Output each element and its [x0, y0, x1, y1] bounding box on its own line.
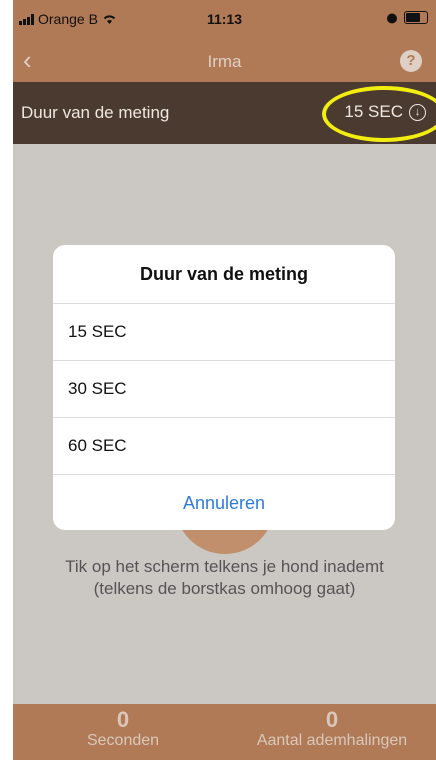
phone-screen: Orange B 11:13 ‹ Irma ? Duur van de meti… — [13, 0, 436, 760]
alarm-icon — [387, 13, 397, 23]
instructions: Tik op het scherm telkens je hond inadem… — [13, 556, 436, 600]
instructions-line-1: Tik op het scherm telkens je hond inadem… — [65, 557, 384, 576]
help-icon[interactable]: ? — [400, 50, 422, 72]
breaths-value: 0 — [325, 707, 339, 732]
seconds-stat: 0 Seconden — [73, 708, 173, 750]
option-15-sec[interactable]: 15 SEC — [53, 304, 395, 361]
breaths-stat: 0 Aantal ademhalingen — [232, 708, 432, 750]
duration-label: Duur van de meting — [21, 103, 170, 122]
nav-bar: ‹ Irma ? — [13, 40, 436, 82]
dialog-title: Duur van de meting — [53, 245, 395, 304]
option-30-sec[interactable]: 30 SEC — [53, 361, 395, 418]
nav-title: Irma — [207, 52, 242, 71]
instructions-line-2: (telkens de borstkas omhoog gaat) — [93, 579, 356, 598]
cancel-button[interactable]: Annuleren — [53, 475, 395, 530]
duration-dialog: Duur van de meting 15 SEC 30 SEC 60 SEC … — [53, 245, 395, 530]
option-60-sec[interactable]: 60 SEC — [53, 418, 395, 475]
status-right — [386, 11, 428, 24]
highlight-ellipse — [322, 86, 436, 142]
footer-stats: 0 Seconden 0 Aantal ademhalingen — [13, 704, 436, 760]
status-bar: Orange B 11:13 — [13, 0, 436, 40]
breaths-label: Aantal ademhalingen — [256, 732, 408, 749]
seconds-value: 0 — [116, 707, 130, 732]
seconds-label: Seconden — [86, 732, 160, 749]
battery-icon — [404, 11, 428, 24]
clock: 11:13 — [206, 11, 243, 27]
